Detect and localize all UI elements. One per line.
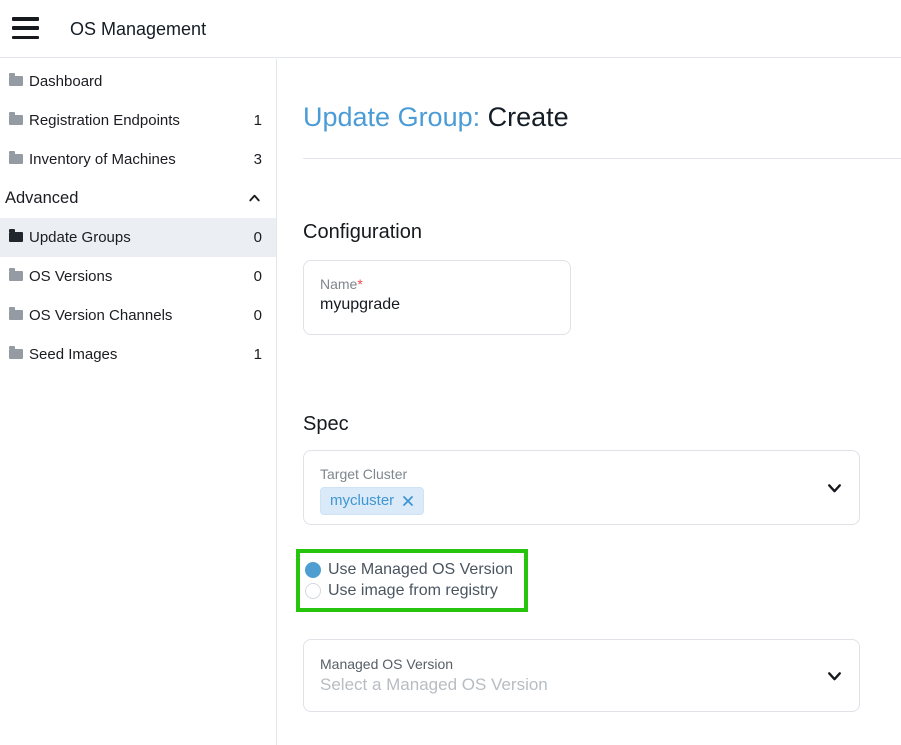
app-header: OS Management [0,0,901,58]
item-count: 0 [254,268,262,285]
radio-use-managed-os-version[interactable]: Use Managed OS Version [305,561,524,579]
sidebar-item-inventory-of-machines[interactable]: Inventory of Machines 3 [0,140,276,179]
folder-icon [9,349,23,359]
radio-label: Use Managed OS Version [328,561,513,579]
radio-label: Use image from registry [328,582,498,600]
target-cluster-label: Target Cluster [320,466,843,482]
annotation-highlight-box: Use Managed OS Version Use image from re… [296,549,528,612]
title-divider [303,158,901,159]
sidebar-nav: Dashboard Registration Endpoints 1 Inven… [0,59,277,745]
target-cluster-select[interactable]: Target Cluster mycluster [303,450,860,525]
sidebar-item-seed-images[interactable]: Seed Images 1 [0,335,276,374]
sidebar-section-advanced[interactable]: Advanced [0,179,276,218]
configuration-heading: Configuration [303,221,422,244]
sidebar-item-label: Update Groups [29,229,254,246]
managed-os-version-label: Managed OS Version [320,656,843,672]
spec-heading: Spec [303,413,349,436]
hamburger-menu-icon[interactable] [12,17,39,39]
app-title: OS Management [70,0,206,58]
folder-icon [9,76,23,86]
sidebar-item-label: Dashboard [29,73,262,90]
managed-os-version-placeholder: Select a Managed OS Version [320,675,843,695]
chevron-down-icon[interactable] [826,479,843,496]
page-title-resource: Update Group: [303,102,488,132]
item-count: 3 [254,151,262,168]
sidebar-item-label: OS Versions [29,268,254,285]
name-field-label: Name* [320,276,554,292]
main-content: Update Group: Create Configuration Name*… [278,59,901,745]
sidebar-item-label: Inventory of Machines [29,151,254,168]
item-count: 0 [254,229,262,246]
chevron-up-icon [247,191,262,206]
sidebar-item-registration-endpoints[interactable]: Registration Endpoints 1 [0,101,276,140]
radio-selected-icon[interactable] [305,562,321,578]
folder-icon [9,154,23,164]
chevron-down-icon[interactable] [826,667,843,684]
folder-icon [9,310,23,320]
sidebar-item-label: Registration Endpoints [29,112,254,129]
item-count: 0 [254,307,262,324]
os-management-app: OS Management Dashboard Registration End… [0,0,901,745]
sidebar-item-label: Seed Images [29,346,254,363]
folder-icon [9,271,23,281]
item-count: 1 [254,346,262,363]
page-title: Update Group: Create [303,101,569,133]
name-field-value[interactable]: myupgrade [320,296,554,314]
close-icon[interactable] [402,495,414,507]
name-field[interactable]: Name* myupgrade [303,260,571,335]
sidebar-item-update-groups[interactable]: Update Groups 0 [0,218,276,257]
sidebar-item-os-versions[interactable]: OS Versions 0 [0,257,276,296]
page-title-action: Create [488,102,569,132]
sidebar-item-label: OS Version Channels [29,307,254,324]
item-count: 1 [254,112,262,129]
radio-use-image-from-registry[interactable]: Use image from registry [305,582,524,600]
required-marker: * [357,276,362,292]
folder-icon [9,115,23,125]
radio-unselected-icon[interactable] [305,583,321,599]
managed-os-version-select[interactable]: Managed OS Version Select a Managed OS V… [303,639,860,712]
target-cluster-chip: mycluster [320,487,424,515]
sidebar-item-os-version-channels[interactable]: OS Version Channels 0 [0,296,276,335]
folder-icon [9,232,23,242]
sidebar-item-dashboard[interactable]: Dashboard [0,62,276,101]
sidebar-section-label: Advanced [5,189,247,208]
chip-label: mycluster [330,492,394,509]
